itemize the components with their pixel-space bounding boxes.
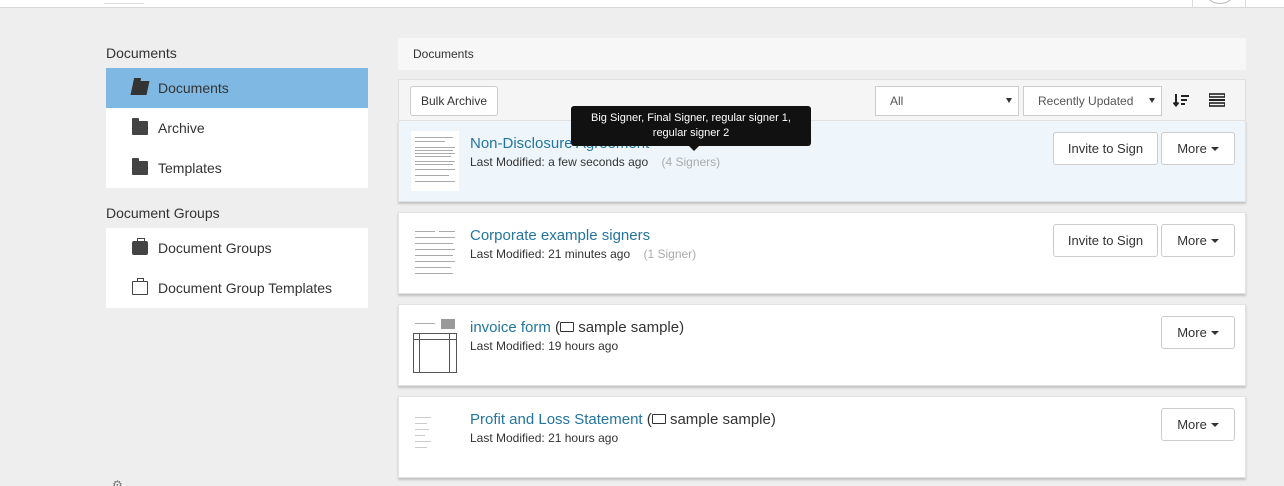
document-title-row: Profit and Loss Statement ( sample sampl… bbox=[470, 411, 776, 428]
invite-to-sign-button[interactable]: Invite to Sign bbox=[1053, 132, 1158, 165]
chevron-down-icon bbox=[1006, 98, 1012, 103]
last-modified-label: Last Modified: bbox=[470, 431, 545, 445]
more-label: More bbox=[1177, 325, 1207, 340]
sidebar-item-label: Documents bbox=[158, 80, 229, 96]
briefcase-outline-icon bbox=[560, 322, 575, 332]
filter-select-value: All bbox=[890, 94, 904, 108]
documents-section-title: Documents bbox=[106, 45, 177, 61]
footer-gear-icon[interactable]: ⚙ bbox=[112, 478, 123, 486]
more-label: More bbox=[1177, 233, 1207, 248]
signers-count[interactable]: (1 Signer) bbox=[643, 247, 696, 261]
sidebar-item-label: Templates bbox=[158, 160, 222, 176]
user-menu[interactable] bbox=[1192, 0, 1246, 7]
more-dropdown-button[interactable]: More bbox=[1161, 132, 1235, 165]
more-label: More bbox=[1177, 417, 1207, 432]
sort-select[interactable]: Recently Updated bbox=[1023, 86, 1162, 116]
document-thumbnail bbox=[411, 131, 459, 191]
document-meta: Last Modified: 21 hours ago bbox=[470, 431, 618, 445]
nav-tab-edge[interactable] bbox=[104, 0, 144, 4]
folder-open-icon bbox=[130, 81, 150, 95]
document-title-link[interactable]: Corporate example signers bbox=[470, 227, 650, 244]
document-groups-section-title: Document Groups bbox=[106, 205, 220, 221]
avatar bbox=[1207, 0, 1233, 4]
sidebar-item-documents[interactable]: Documents bbox=[106, 68, 368, 108]
briefcase-outline-icon bbox=[132, 278, 148, 295]
caret-down-icon bbox=[1210, 422, 1219, 427]
last-modified-label: Last Modified: bbox=[470, 155, 545, 169]
more-dropdown-button[interactable]: More bbox=[1161, 224, 1235, 257]
sidebar-item-archive[interactable]: Archive bbox=[106, 108, 368, 148]
document-card[interactable]: Non-Disclosure Agreement Last Modified: … bbox=[398, 120, 1246, 202]
bulk-archive-button[interactable]: Bulk Archive bbox=[410, 86, 498, 116]
document-groups-nav: Document Groups Document Group Templates bbox=[106, 228, 368, 308]
last-modified-label: Last Modified: bbox=[470, 247, 545, 261]
list-view-icon[interactable] bbox=[1208, 93, 1226, 107]
signers-tooltip: Big Signer, Final Signer, regular signer… bbox=[571, 106, 811, 151]
document-meta: Last Modified: 19 hours ago bbox=[470, 339, 618, 353]
sort-order-icon[interactable] bbox=[1172, 93, 1189, 108]
document-title-link[interactable]: invoice form bbox=[470, 319, 551, 336]
sort-select-value: Recently Updated bbox=[1038, 94, 1134, 108]
filter-select[interactable]: All bbox=[875, 86, 1019, 116]
sidebar-item-label: Document Groups bbox=[158, 240, 272, 256]
last-modified-value: 21 hours ago bbox=[548, 431, 619, 445]
last-modified-label: Last Modified: bbox=[470, 339, 545, 353]
owner-info: ( sample sample) bbox=[555, 319, 685, 336]
document-title-row: invoice form ( sample sample) bbox=[470, 319, 684, 336]
folder-icon bbox=[132, 158, 148, 175]
last-modified-value: 21 minutes ago bbox=[548, 247, 631, 261]
document-meta: Last Modified: 21 minutes ago (1 Signer) bbox=[470, 247, 696, 261]
briefcase-outline-icon bbox=[651, 414, 666, 424]
sidebar-item-document-groups[interactable]: Document Groups bbox=[106, 228, 368, 268]
document-thumbnail bbox=[411, 407, 459, 467]
invite-to-sign-button[interactable]: Invite to Sign bbox=[1053, 224, 1158, 257]
document-meta: Last Modified: a few seconds ago (4 Sign… bbox=[470, 155, 720, 169]
document-card[interactable]: invoice form ( sample sample) Last Modif… bbox=[398, 304, 1246, 386]
more-dropdown-button[interactable]: More bbox=[1161, 316, 1235, 349]
caret-down-icon bbox=[1210, 238, 1219, 243]
sidebar-item-templates[interactable]: Templates bbox=[106, 148, 368, 188]
documents-nav: Documents Archive Templates bbox=[106, 68, 368, 188]
sidebar-item-label: Document Group Templates bbox=[158, 280, 333, 296]
breadcrumb: Documents bbox=[398, 38, 1246, 70]
documents-toolbar: Bulk Archive All Recently Updated bbox=[398, 79, 1246, 121]
top-navbar bbox=[0, 0, 1284, 8]
signers-count[interactable]: (4 Signers) bbox=[661, 155, 720, 169]
sidebar-item-document-group-templates[interactable]: Document Group Templates bbox=[106, 268, 368, 308]
briefcase-icon bbox=[132, 238, 148, 255]
sidebar-item-label: Archive bbox=[158, 120, 205, 136]
document-thumbnail bbox=[411, 315, 459, 375]
document-card[interactable]: Profit and Loss Statement ( sample sampl… bbox=[398, 396, 1246, 478]
folder-icon bbox=[132, 118, 148, 135]
last-modified-value: 19 hours ago bbox=[548, 339, 619, 353]
more-dropdown-button[interactable]: More bbox=[1161, 408, 1235, 441]
caret-down-icon bbox=[1210, 146, 1219, 151]
more-label: More bbox=[1177, 141, 1207, 156]
document-title-link[interactable]: Profit and Loss Statement bbox=[470, 411, 643, 428]
document-thumbnail bbox=[411, 223, 459, 283]
document-card[interactable]: Corporate example signers Last Modified:… bbox=[398, 212, 1246, 294]
last-modified-value: a few seconds ago bbox=[548, 155, 649, 169]
owner-name: sample sample) bbox=[578, 319, 685, 336]
owner-name: sample sample) bbox=[669, 411, 776, 428]
owner-info: ( sample sample) bbox=[646, 411, 776, 428]
chevron-down-icon bbox=[1149, 98, 1155, 103]
caret-down-icon bbox=[1210, 330, 1219, 335]
